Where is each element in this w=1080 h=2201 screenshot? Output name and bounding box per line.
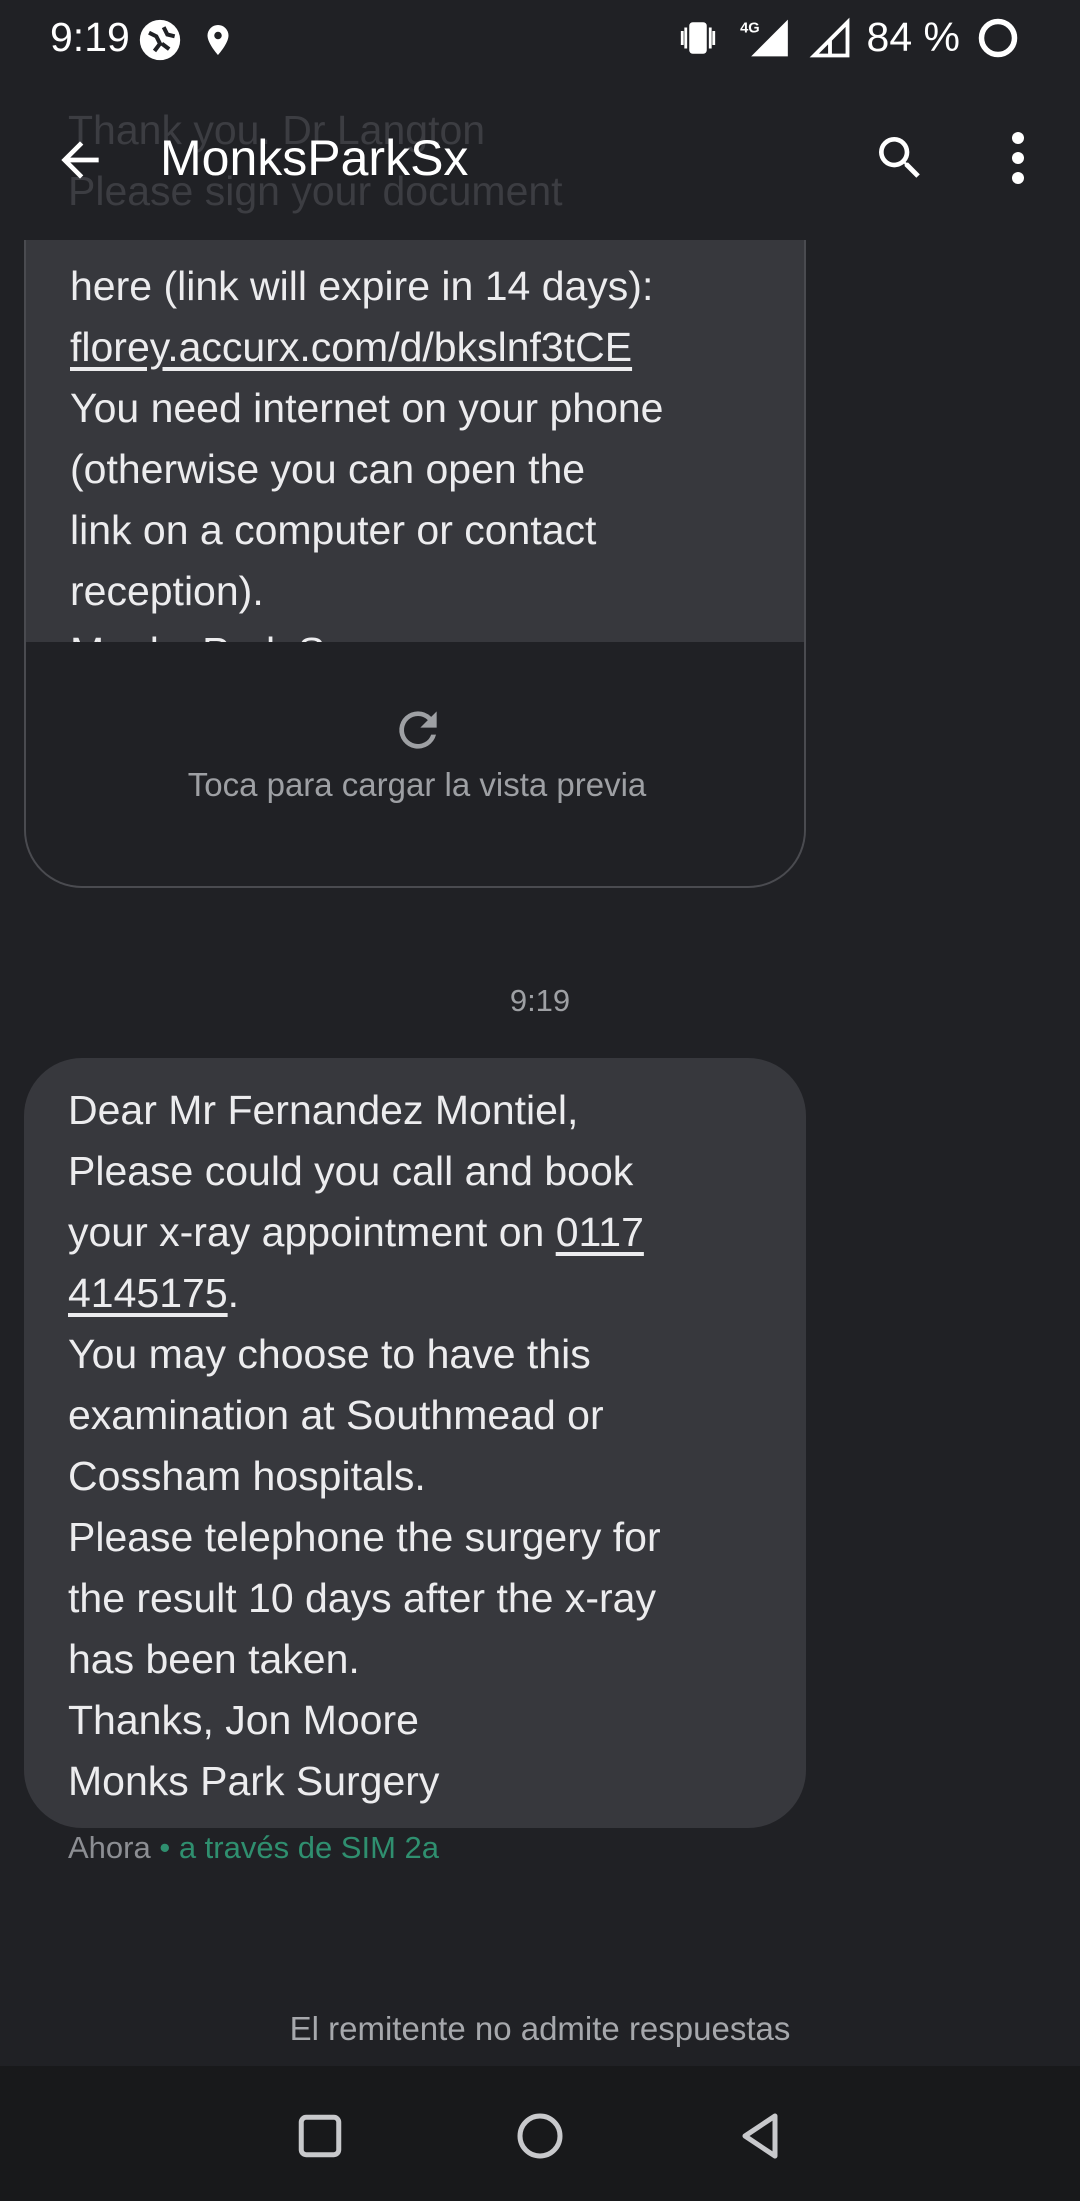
message-line: has been taken. xyxy=(68,1636,360,1682)
message-meta: Ahora • a través de SIM 2a xyxy=(68,1830,439,1866)
message-bubble-xray[interactable]: Dear Mr Fernandez Montiel, Please could … xyxy=(24,1058,806,1828)
sim-label: • a través de SIM 2a xyxy=(150,1830,439,1865)
message-line: link on a computer or contact xyxy=(70,507,597,553)
message-line-text: . xyxy=(227,1270,240,1316)
message-line: Thanks, Jon Moore xyxy=(68,1697,419,1743)
more-vert-icon[interactable] xyxy=(1000,128,1036,188)
phone-link-part1[interactable]: 0117 xyxy=(556,1209,644,1255)
signal-4g-icon: 4G xyxy=(740,19,788,56)
message-meta-time: Ahora xyxy=(68,1830,151,1865)
no-reply-notice: El remitente no admite respuestas xyxy=(289,2010,791,2047)
back-triangle-icon[interactable] xyxy=(730,2106,790,2166)
recents-square-icon[interactable] xyxy=(290,2106,350,2166)
message-line: Dear Mr Fernandez Montiel, xyxy=(68,1087,579,1133)
location-icon xyxy=(207,25,229,55)
message-line: here (link will expire in 14 days): xyxy=(70,263,654,309)
home-circle-icon[interactable] xyxy=(510,2106,570,2166)
message-line: You may choose to have this xyxy=(68,1331,591,1377)
message-line-text: your x-ray appointment on xyxy=(68,1209,556,1255)
message-line: 4145175. xyxy=(68,1263,788,1324)
message-line: your x-ray appointment on 0117 xyxy=(68,1202,788,1263)
signal-icon xyxy=(809,17,849,57)
message-bubble-link[interactable]: here (link will expire in 14 days): flor… xyxy=(24,160,806,888)
conversation-title[interactable]: MonksParkSx xyxy=(160,129,468,187)
phone-link-part2[interactable]: 4145175 xyxy=(68,1270,228,1316)
message-line: examination at Southmead or xyxy=(68,1392,604,1438)
refresh-icon xyxy=(399,711,437,749)
search-icon[interactable] xyxy=(872,130,928,186)
accurx-link[interactable]: florey.accurx.com/d/bkslnf3tCE xyxy=(70,317,770,378)
message-text: Dear Mr Fernandez Montiel, Please could … xyxy=(68,1080,788,1812)
back-arrow-icon[interactable] xyxy=(52,132,108,188)
status-left-icons xyxy=(138,18,236,62)
status-bar: 9:19 4G 84 % xyxy=(0,0,1080,80)
battery-percent: 84 % xyxy=(866,14,960,60)
vpn-globe-icon xyxy=(139,19,181,61)
battery-ring-icon xyxy=(978,18,1018,57)
system-nav-bar xyxy=(0,2066,1080,2201)
preview-label: Toca para cargar la vista previa xyxy=(187,766,647,803)
message-line: Cossham hospitals. xyxy=(68,1453,426,1499)
message-line: reception). xyxy=(70,568,264,614)
message-line: (otherwise you can open the xyxy=(70,446,586,492)
status-time: 9:19 xyxy=(50,14,130,60)
message-timestamp: 9:19 xyxy=(509,983,571,1018)
network-type-label: 4G xyxy=(740,20,760,36)
vibrate-icon xyxy=(680,21,715,54)
message-line: Please could you call and book xyxy=(68,1148,634,1194)
status-right-icons: 4G 84 % xyxy=(677,14,1020,61)
message-text: here (link will expire in 14 days): flor… xyxy=(70,256,770,683)
message-line: Please telephone the surgery for xyxy=(68,1514,661,1560)
message-line: Monks Park Surgery xyxy=(68,1758,440,1804)
app-bar: Thank you. Dr Langton Please sign your d… xyxy=(0,80,1080,240)
message-line: the result 10 days after the x-ray xyxy=(68,1575,656,1621)
link-preview-loader[interactable]: Toca para cargar la vista previa xyxy=(26,642,804,886)
message-line: You need internet on your phone xyxy=(70,385,664,431)
